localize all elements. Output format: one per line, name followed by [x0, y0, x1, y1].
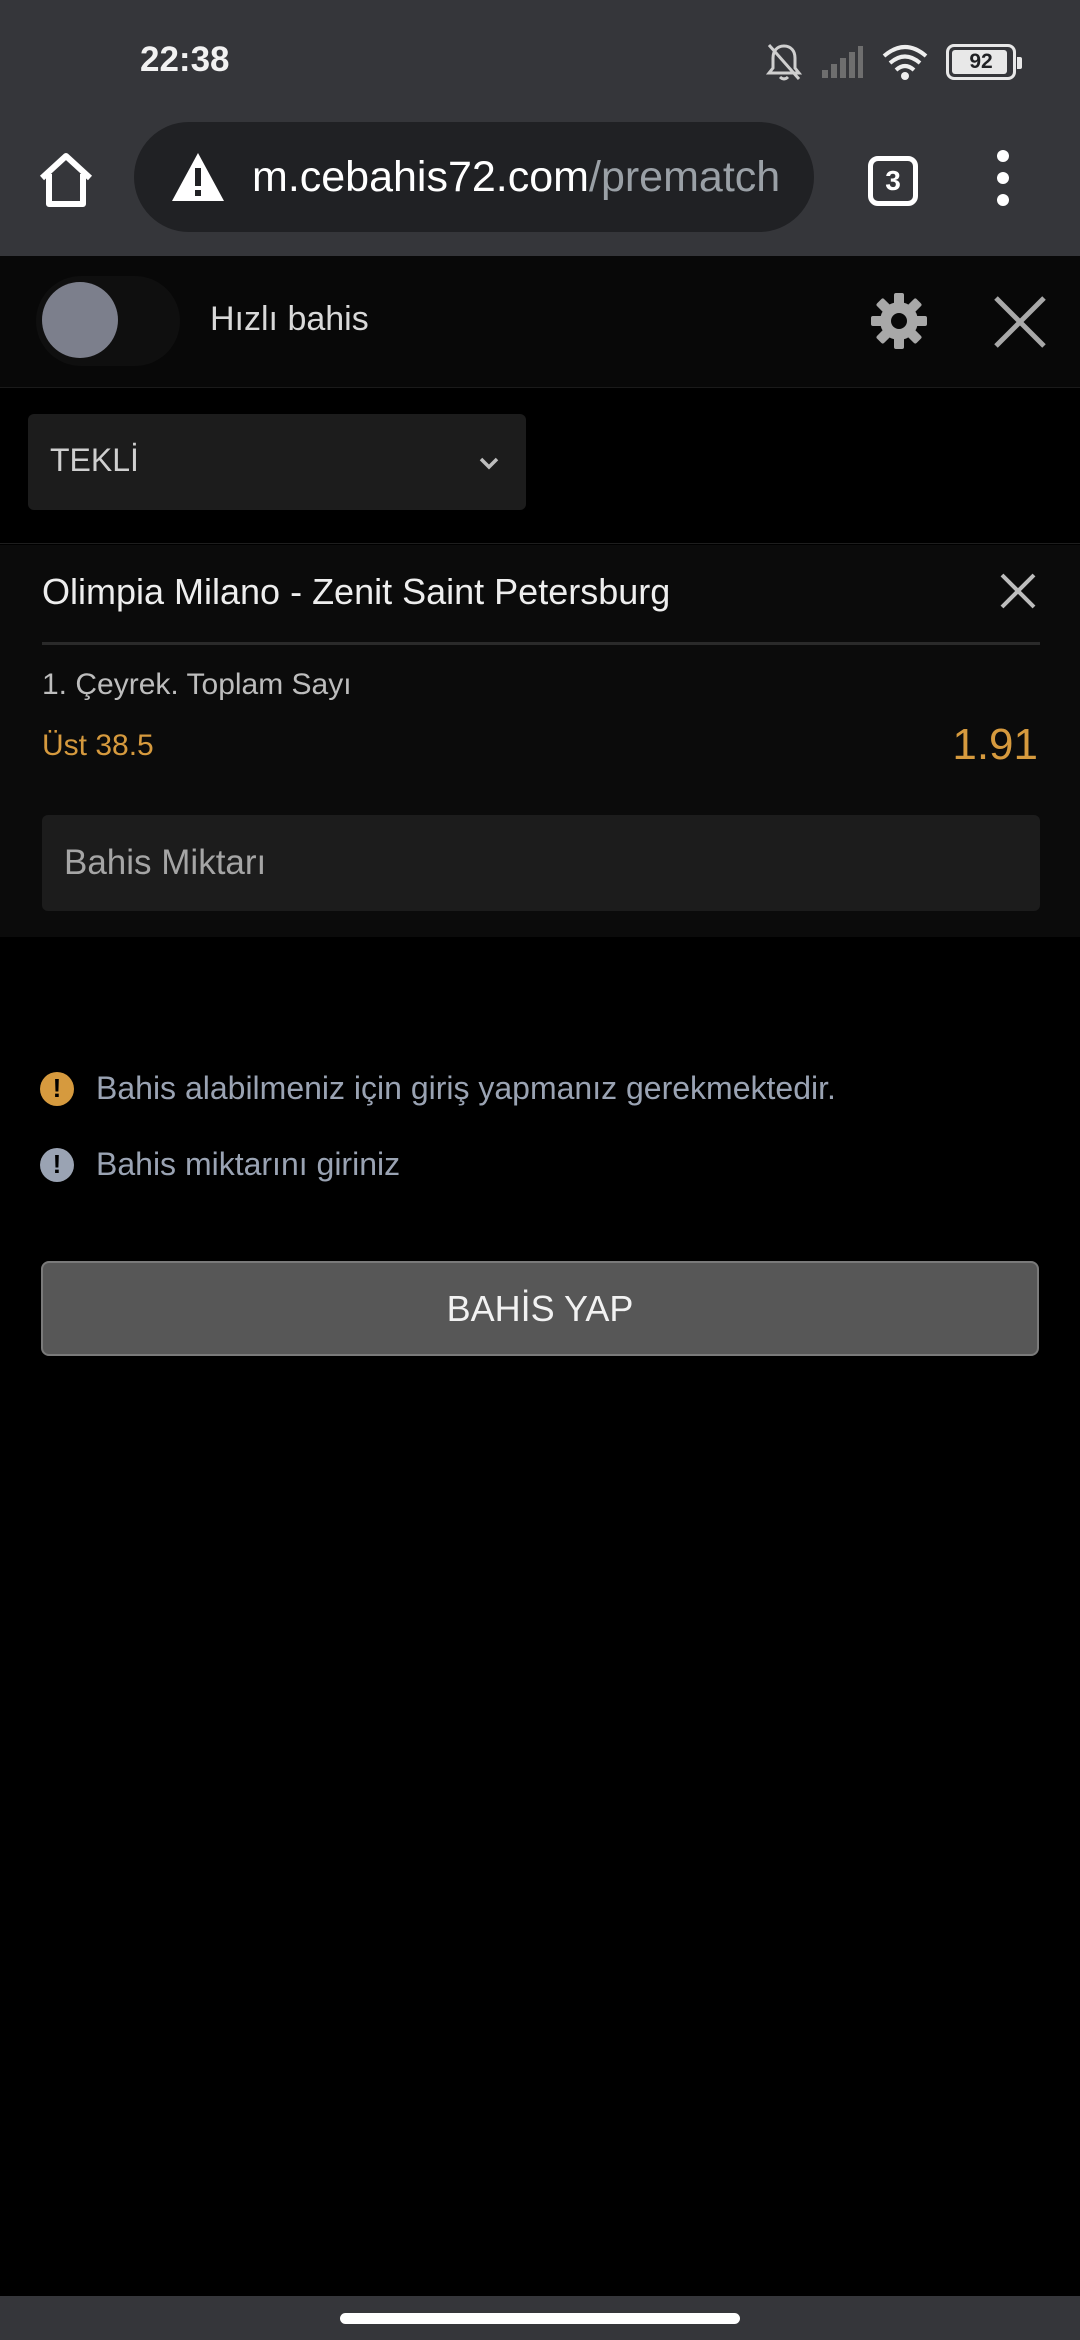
bet-slip-card: Olimpia Milano - Zenit Saint Petersburg … — [0, 545, 1080, 937]
card-divider — [42, 642, 1040, 645]
status-icons: 92 — [766, 38, 1022, 86]
warning-icon: ! — [40, 1071, 74, 1106]
url-path: /prematch — [589, 152, 781, 201]
place-bet-button[interactable]: BAHİS YAP — [41, 1261, 1039, 1356]
quick-bet-toggle[interactable] — [36, 276, 180, 366]
status-time: 22:38 — [140, 40, 230, 79]
quick-bet-label: Hızlı bahis — [210, 300, 369, 338]
selection-name: Üst 38.5 — [42, 729, 154, 762]
toggle-knob — [42, 282, 118, 358]
status-bar: 22:38 92 — [0, 0, 1080, 118]
info-icon: ! — [40, 1147, 74, 1182]
odds-value: 1.91 — [952, 720, 1038, 769]
home-icon[interactable] — [32, 146, 100, 214]
login-required-message: ! Bahis alabilmeniz için giriş yapmanız … — [40, 1070, 836, 1107]
battery-icon: 92 — [946, 44, 1022, 80]
bell-off-icon — [766, 44, 802, 81]
close-icon[interactable] — [990, 292, 1050, 352]
address-bar[interactable]: m.cebahis72.com/prematch — [134, 122, 814, 232]
bet-type-value: TEKLİ — [50, 442, 139, 478]
signal-icon — [822, 46, 863, 78]
url-text: m.cebahis72.com/prematch — [252, 153, 780, 202]
message-text: Bahis alabilmeniz için giriş yapmanız ge… — [96, 1070, 836, 1106]
quick-bet-header: Hızlı bahis — [0, 256, 1080, 388]
wifi-icon — [882, 45, 928, 80]
bet-type-select[interactable]: TEKLİ — [28, 414, 526, 510]
chevron-down-icon — [479, 457, 499, 470]
battery-level: 92 — [969, 50, 993, 73]
enter-stake-message: ! Bahis miktarını giriniz — [40, 1146, 400, 1183]
more-vert-icon[interactable] — [990, 150, 1016, 210]
stake-input[interactable] — [42, 815, 1040, 911]
browser-toolbar: m.cebahis72.com/prematch 3 — [0, 118, 1080, 256]
remove-bet-icon[interactable] — [998, 571, 1038, 611]
tab-switcher-button[interactable]: 3 — [868, 156, 918, 206]
url-domain: m.cebahis72.com — [252, 152, 589, 201]
tab-count: 3 — [885, 165, 901, 196]
bet-type-section: TEKLİ — [0, 388, 1080, 544]
gesture-nav-bar — [0, 2296, 1080, 2340]
gear-icon[interactable] — [870, 292, 928, 350]
warning-icon[interactable] — [170, 151, 226, 203]
message-text: Bahis miktarını giriniz — [96, 1146, 401, 1182]
home-gesture-handle[interactable] — [340, 2313, 740, 2324]
market-name: 1. Çeyrek. Toplam Sayı — [42, 668, 352, 701]
match-title: Olimpia Milano - Zenit Saint Petersburg — [42, 571, 671, 612]
